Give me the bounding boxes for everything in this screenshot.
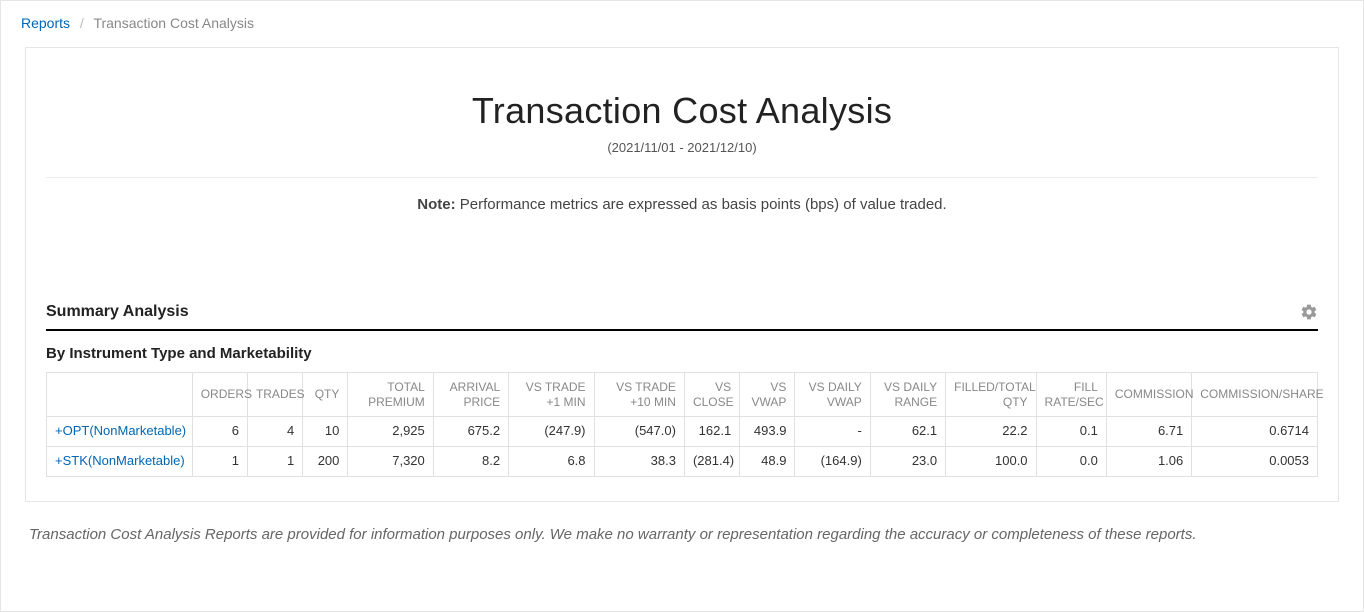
report-panel: Transaction Cost Analysis (2021/11/01 - … xyxy=(25,47,1339,502)
col-header: VS TRADE +1 MIN xyxy=(509,373,594,417)
note-text: Note: Performance metrics are expressed … xyxy=(46,196,1318,213)
table-cell: 1 xyxy=(247,447,302,477)
disclaimer-text: Transaction Cost Analysis Reports are pr… xyxy=(29,526,1335,543)
col-header: COMMISSION xyxy=(1106,373,1191,417)
table-cell: 0.0053 xyxy=(1192,447,1318,477)
table-cell: 1.06 xyxy=(1106,447,1191,477)
col-header: TRADES xyxy=(247,373,302,417)
col-header: VS VWAP xyxy=(740,373,795,417)
gear-icon[interactable] xyxy=(1300,303,1318,321)
table-cell: 62.1 xyxy=(870,417,945,447)
col-header: FILLED/TOTAL QTY xyxy=(946,373,1036,417)
table-cell: (247.9) xyxy=(509,417,594,447)
table-cell: 38.3 xyxy=(594,447,684,477)
plus-icon: + xyxy=(55,423,63,438)
table-cell: (164.9) xyxy=(795,447,870,477)
col-header: QTY xyxy=(303,373,348,417)
divider xyxy=(46,177,1318,178)
col-header: COMMISSION/SHARE xyxy=(1192,373,1318,417)
table-cell: (547.0) xyxy=(594,417,684,447)
col-header: ORDERS xyxy=(192,373,247,417)
table-cell: 48.9 xyxy=(740,447,795,477)
table-cell: 493.9 xyxy=(740,417,795,447)
summary-table: ORDERSTRADESQTYTOTAL PREMIUMARRIVAL PRIC… xyxy=(46,372,1318,477)
table-cell: 2,925 xyxy=(348,417,433,447)
table-cell: 6 xyxy=(192,417,247,447)
breadcrumb: Reports / Transaction Cost Analysis xyxy=(1,1,1363,43)
table-cell: 0.0 xyxy=(1036,447,1106,477)
note-label: Note: xyxy=(417,196,455,213)
table-cell: 6.71 xyxy=(1106,417,1191,447)
plus-icon: + xyxy=(55,453,63,468)
col-header: FILL RATE/SEC xyxy=(1036,373,1106,417)
expand-row-link[interactable]: +STK(NonMarketable) xyxy=(55,453,185,468)
col-header: VS DAILY RANGE xyxy=(870,373,945,417)
table-cell: 1 xyxy=(192,447,247,477)
col-header: VS DAILY VWAP xyxy=(795,373,870,417)
table-cell: (281.4) xyxy=(684,447,739,477)
table-row: +OPT(NonMarketable) 64102,925675.2(247.9)… xyxy=(47,417,1318,447)
table-cell: 200 xyxy=(303,447,348,477)
page-title: Transaction Cost Analysis xyxy=(46,90,1318,132)
date-range: (2021/11/01 - 2021/12/10) xyxy=(46,140,1318,155)
table-cell: 23.0 xyxy=(870,447,945,477)
note-body: Performance metrics are expressed as bas… xyxy=(460,196,947,213)
table-cell: 0.1 xyxy=(1036,417,1106,447)
table-cell: 162.1 xyxy=(684,417,739,447)
table-cell: 6.8 xyxy=(509,447,594,477)
col-header xyxy=(47,373,193,417)
table-cell: 22.2 xyxy=(946,417,1036,447)
col-header: ARRIVAL PRICE xyxy=(433,373,508,417)
section-heading: Summary Analysis xyxy=(46,303,189,321)
table-cell: 7,320 xyxy=(348,447,433,477)
breadcrumb-separator: / xyxy=(80,15,84,31)
section-subheading: By Instrument Type and Marketability xyxy=(46,345,1318,362)
breadcrumb-reports-link[interactable]: Reports xyxy=(21,15,70,31)
table-cell: 100.0 xyxy=(946,447,1036,477)
table-cell: 8.2 xyxy=(433,447,508,477)
col-header: VS CLOSE xyxy=(684,373,739,417)
table-cell: 10 xyxy=(303,417,348,447)
table-cell: 0.6714 xyxy=(1192,417,1318,447)
table-row: +STK(NonMarketable)112007,3208.26.838.3(… xyxy=(47,447,1318,477)
col-header: TOTAL PREMIUM xyxy=(348,373,433,417)
table-cell: 4 xyxy=(247,417,302,447)
expand-row-link[interactable]: +OPT(NonMarketable) xyxy=(55,423,186,438)
col-header: VS TRADE +10 MIN xyxy=(594,373,684,417)
breadcrumb-current: Transaction Cost Analysis xyxy=(93,15,254,31)
table-cell: 675.2 xyxy=(433,417,508,447)
table-cell: - xyxy=(795,417,870,447)
